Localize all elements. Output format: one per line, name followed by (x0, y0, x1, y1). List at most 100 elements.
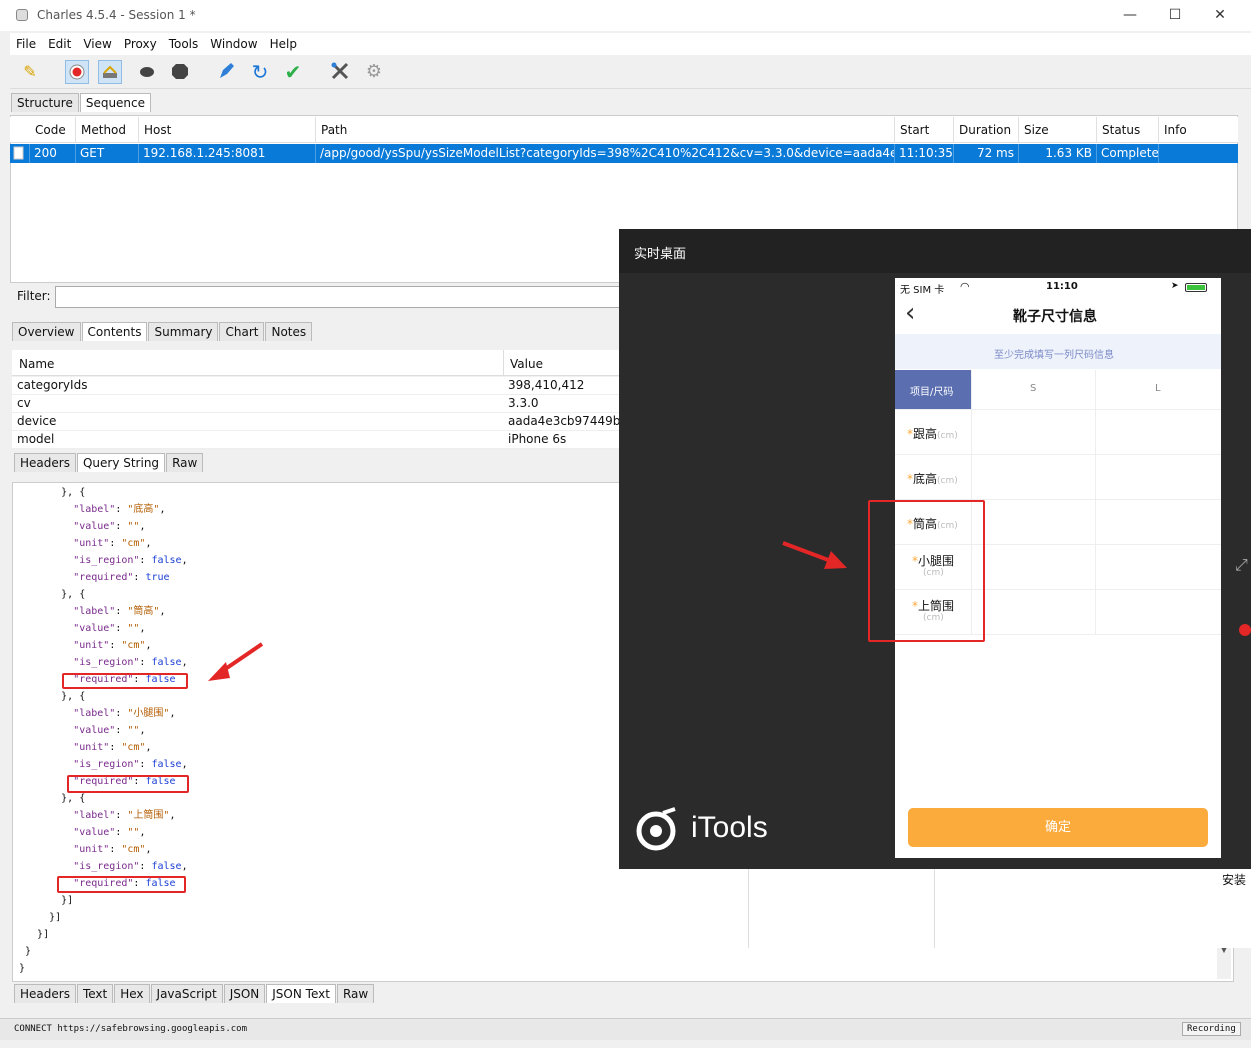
col-start[interactable]: Start (895, 117, 954, 143)
stop-icon[interactable] (168, 60, 192, 84)
size-input-cell[interactable] (972, 590, 1096, 635)
back-icon[interactable]: ‹ (905, 298, 915, 328)
row-status: Complete (1097, 144, 1159, 163)
turtle-icon[interactable] (135, 60, 159, 84)
check-icon[interactable]: ✔ (281, 60, 305, 84)
params-name-header[interactable]: Name (19, 357, 54, 371)
size-input-cell[interactable] (1096, 455, 1221, 500)
table-row[interactable]: categoryIds 398,410,412 (12, 377, 620, 395)
col-status[interactable]: Status (1097, 117, 1159, 143)
request-tabs: Headers Query String Raw (14, 453, 204, 472)
tab-contents[interactable]: Contents (81, 322, 148, 341)
menu-proxy[interactable]: Proxy (118, 37, 163, 51)
tab-hex[interactable]: Hex (114, 984, 150, 1003)
annotation-arrow-icon (782, 541, 847, 569)
size-col-s: S (972, 370, 1096, 410)
broom-icon[interactable]: ✎ (18, 60, 42, 84)
menu-edit[interactable]: Edit (42, 37, 77, 51)
size-input-cell[interactable] (972, 410, 1096, 455)
params-header: Name Value (12, 350, 620, 376)
highlight-box (67, 775, 189, 793)
size-input-cell[interactable] (1096, 545, 1221, 590)
menu-tools[interactable]: Tools (163, 37, 205, 51)
tab-json-text[interactable]: JSON Text (266, 984, 336, 1003)
maximize-button[interactable]: ☐ (1152, 0, 1198, 31)
itools-window: 实时桌面 iTools ⤢ 无 SIM 卡 ◠ 11:10 ➤ ‹ 靴子尺寸信息… (619, 229, 1251, 869)
tab-overview[interactable]: Overview (12, 322, 81, 341)
tab-notes[interactable]: Notes (265, 322, 313, 341)
size-input-cell[interactable] (972, 455, 1096, 500)
size-input-cell[interactable] (972, 500, 1096, 545)
col-host[interactable]: Host (139, 117, 316, 143)
carrier-label: 无 SIM 卡 (900, 285, 945, 296)
param-value: iPhone 6s (508, 432, 567, 446)
scrollbar[interactable]: ▼ (1217, 945, 1231, 979)
row-label-cell: *底高(cm) (895, 455, 972, 500)
tab-sequence[interactable]: Sequence (79, 93, 152, 112)
filter-input[interactable] (55, 286, 620, 308)
size-label: S (1030, 383, 1037, 394)
menu-file[interactable]: File (10, 37, 42, 51)
settings-icon[interactable]: ⚙ (362, 60, 386, 84)
param-name: categoryIds (17, 378, 88, 392)
row-label: 跟高 (913, 427, 938, 441)
col-size[interactable]: Size (1019, 117, 1097, 143)
tab-chart[interactable]: Chart (219, 322, 265, 341)
wifi-icon: ◠ (960, 280, 970, 293)
expand-icon[interactable]: ⤢ (1235, 555, 1248, 575)
refresh-icon[interactable]: ↻ (248, 60, 272, 84)
status-text: CONNECT https://safebrowsing.googleapis.… (14, 1024, 247, 1034)
menu-view[interactable]: View (77, 37, 117, 51)
param-name: cv (17, 396, 31, 410)
row-unit: (cm) (937, 476, 958, 486)
tools-icon[interactable] (328, 60, 352, 84)
size-input-cell[interactable] (1096, 410, 1221, 455)
tab-javascript[interactable]: JavaScript (150, 984, 223, 1003)
size-input-cell[interactable] (1096, 500, 1221, 545)
menu-help[interactable]: Help (264, 37, 303, 51)
record-dot-icon[interactable] (1239, 624, 1251, 636)
table-row[interactable]: 200 GET 192.168.1.245:8081 /app/good/ysS… (10, 144, 1238, 163)
size-label: L (1155, 383, 1161, 394)
tab-json[interactable]: JSON (223, 984, 266, 1003)
hint-text: 至少完成填写一列尺码信息 (994, 350, 1114, 361)
size-input-cell[interactable] (972, 545, 1096, 590)
params-value-header[interactable]: Value (510, 357, 543, 371)
menu-window[interactable]: Window (204, 37, 263, 51)
close-button[interactable]: ✕ (1197, 0, 1243, 31)
col-info[interactable]: Info (1159, 117, 1238, 143)
tab-query-string[interactable]: Query String (76, 453, 166, 472)
confirm-button[interactable]: 确定 (908, 808, 1208, 847)
phone-time: 11:10 (1046, 281, 1078, 292)
tab-summary[interactable]: Summary (148, 322, 219, 341)
tab-req-raw[interactable]: Raw (166, 453, 204, 472)
record-icon[interactable] (65, 60, 89, 84)
background-label: 安装 (1222, 873, 1247, 887)
divider (934, 860, 935, 948)
document-icon (10, 144, 30, 163)
row-label: 底高 (913, 472, 938, 486)
table-row[interactable]: cv 3.3.0 (12, 395, 620, 413)
tab-res-headers[interactable]: Headers (14, 984, 76, 1003)
col-code[interactable]: Code (30, 117, 76, 143)
col-path[interactable]: Path (316, 117, 895, 143)
col-method[interactable]: Method (76, 117, 139, 143)
col-duration[interactable]: Duration (954, 117, 1019, 143)
table-row[interactable]: device aada4e3cb97449b9 (12, 413, 628, 431)
size-input-cell[interactable] (1096, 590, 1221, 635)
filter-bar: Filter: (10, 284, 622, 310)
battery-icon (1185, 283, 1207, 292)
recording-badge[interactable]: Recording (1182, 1022, 1241, 1036)
row-duration: 72 ms (954, 144, 1019, 163)
throttle-icon[interactable] (98, 60, 122, 84)
column-divider (503, 350, 504, 376)
row-label-cell: *跟高(cm) (895, 410, 972, 455)
table-row[interactable]: model iPhone 6s (12, 431, 620, 449)
param-name: device (17, 414, 57, 428)
minimize-button[interactable]: — (1107, 0, 1153, 31)
tab-text[interactable]: Text (76, 984, 114, 1003)
tab-structure[interactable]: Structure (11, 93, 79, 112)
tab-res-raw[interactable]: Raw (336, 984, 375, 1003)
pen-icon[interactable] (214, 60, 238, 84)
tab-req-headers[interactable]: Headers (14, 453, 76, 472)
